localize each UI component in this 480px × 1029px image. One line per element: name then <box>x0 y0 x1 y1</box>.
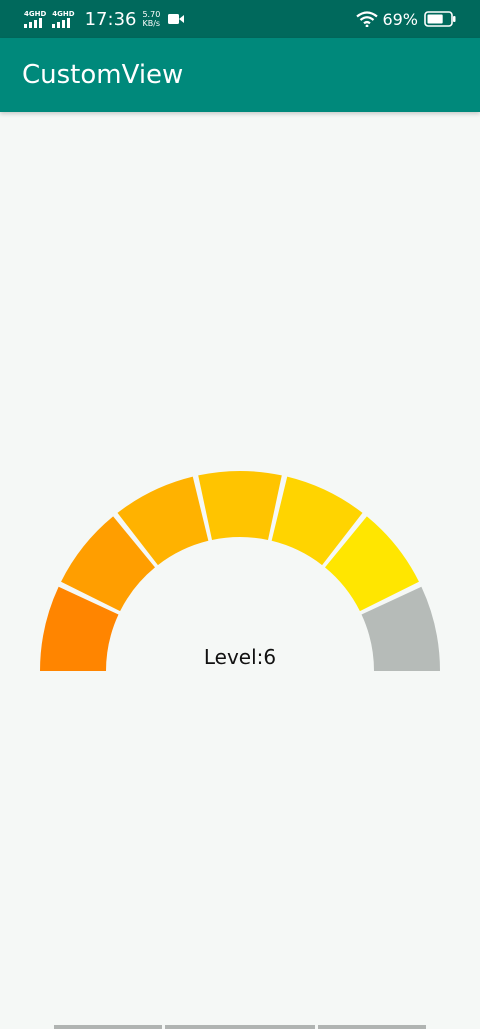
level-value: 6 <box>263 645 277 669</box>
level-label: Level:6 <box>0 645 480 669</box>
bottom-bar-segment-2 <box>165 1025 315 1029</box>
bottom-bar-segment-1 <box>54 1025 162 1029</box>
level-label-prefix: Level: <box>203 645 264 669</box>
bottom-bar-segment-3 <box>318 1025 426 1029</box>
gauge-segment-4 <box>198 470 282 540</box>
level-gauge <box>40 470 440 671</box>
